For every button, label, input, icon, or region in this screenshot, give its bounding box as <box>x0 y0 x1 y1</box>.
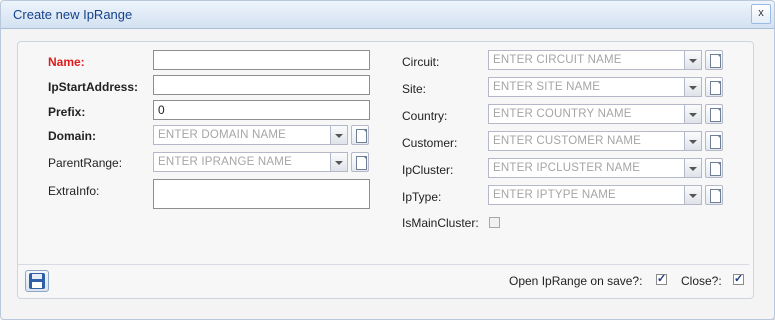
country-placeholder: ENTER COUNTRY NAME <box>493 108 632 120</box>
chevron-down-icon[interactable] <box>330 153 347 171</box>
footer-divider <box>18 264 749 265</box>
close-button[interactable]: x <box>751 4 771 24</box>
document-icon <box>710 135 721 149</box>
open-on-save-label: Open IpRange on save?: <box>509 274 643 288</box>
ipstartaddress-field[interactable] <box>153 75 370 95</box>
chevron-down-icon[interactable] <box>330 126 347 144</box>
save-button[interactable] <box>25 270 49 292</box>
close-label: Close?: <box>681 274 722 288</box>
circuit-placeholder: ENTER CIRCUIT NAME <box>493 54 622 66</box>
document-icon <box>710 189 721 203</box>
parentrange-label: ParentRange: <box>48 156 123 170</box>
chevron-down-icon[interactable] <box>684 159 701 177</box>
ismaincluster-label: IsMainCluster: <box>402 216 479 230</box>
ipstartaddress-label: IpStartAddress: <box>48 80 139 94</box>
ismaincluster-checkbox[interactable] <box>489 217 500 228</box>
document-icon <box>710 54 721 68</box>
customer-placeholder: ENTER CUSTOMER NAME <box>493 135 641 147</box>
customer-combobox[interactable]: ENTER CUSTOMER NAME <box>488 131 702 151</box>
ipcluster-combobox[interactable]: ENTER IPCLUSTER NAME <box>488 158 702 178</box>
iptype-placeholder: ENTER IPTYPE NAME <box>493 189 616 201</box>
document-icon <box>710 162 721 176</box>
parentrange-placeholder: ENTER IPRANGE NAME <box>158 156 292 168</box>
document-icon <box>356 129 367 143</box>
dialog-titlebar[interactable]: Create new IpRange x <box>1 1 774 29</box>
create-iprange-dialog: Create new IpRange x Name: IpStartAddres… <box>0 0 775 320</box>
customer-label: Customer: <box>402 136 458 150</box>
chevron-down-icon[interactable] <box>684 186 701 204</box>
close-checkbox[interactable] <box>733 272 744 285</box>
customer-new-button[interactable] <box>705 131 723 151</box>
prefix-field[interactable] <box>153 100 370 120</box>
document-icon <box>710 81 721 95</box>
site-placeholder: ENTER SITE NAME <box>493 81 601 93</box>
country-new-button[interactable] <box>705 104 723 124</box>
iptype-new-button[interactable] <box>705 185 723 205</box>
document-icon <box>356 156 367 170</box>
parentrange-combobox[interactable]: ENTER IPRANGE NAME <box>153 152 348 172</box>
circuit-new-button[interactable] <box>705 50 723 70</box>
extrainfo-textarea[interactable] <box>153 179 370 209</box>
domain-combobox[interactable]: ENTER DOMAIN NAME <box>153 125 348 145</box>
chevron-down-icon[interactable] <box>684 78 701 96</box>
site-label: Site: <box>402 82 427 96</box>
circuit-combobox[interactable]: ENTER CIRCUIT NAME <box>488 50 702 70</box>
parentrange-new-button[interactable] <box>351 152 369 172</box>
site-combobox[interactable]: ENTER SITE NAME <box>488 77 702 97</box>
domain-label: Domain: <box>48 129 96 143</box>
ipcluster-placeholder: ENTER IPCLUSTER NAME <box>493 162 641 174</box>
ipcluster-new-button[interactable] <box>705 158 723 178</box>
dialog-title: Create new IpRange <box>13 7 133 22</box>
open-on-save-checkbox[interactable] <box>656 272 667 285</box>
chevron-down-icon[interactable] <box>684 105 701 123</box>
name-field[interactable] <box>153 50 370 70</box>
name-label: Name: <box>48 55 85 69</box>
ipcluster-label: IpCluster: <box>402 163 454 177</box>
country-combobox[interactable]: ENTER COUNTRY NAME <box>488 104 702 124</box>
iptype-combobox[interactable]: ENTER IPTYPE NAME <box>488 185 702 205</box>
chevron-down-icon[interactable] <box>684 132 701 150</box>
circuit-label: Circuit: <box>402 55 440 69</box>
iptype-label: IpType: <box>402 190 442 204</box>
extrainfo-label: ExtraInfo: <box>48 184 100 198</box>
site-new-button[interactable] <box>705 77 723 97</box>
country-label: Country: <box>402 109 448 123</box>
floppy-disk-icon <box>29 273 45 289</box>
prefix-label: Prefix: <box>48 105 86 119</box>
chevron-down-icon[interactable] <box>684 51 701 69</box>
domain-placeholder: ENTER DOMAIN NAME <box>158 129 286 141</box>
document-icon <box>710 108 721 122</box>
domain-new-button[interactable] <box>351 125 369 145</box>
